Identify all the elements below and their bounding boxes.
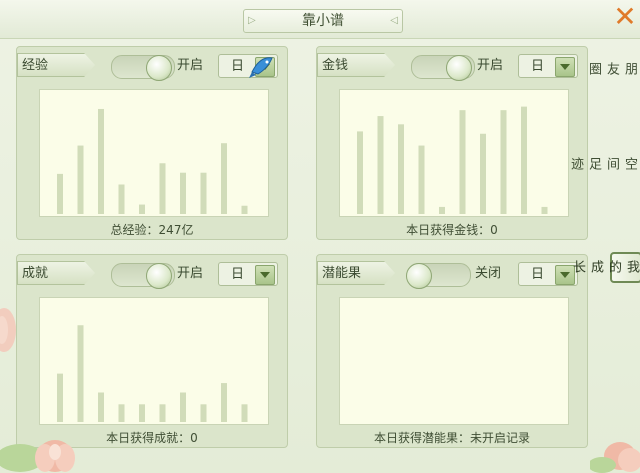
achieve-bar-7 bbox=[200, 404, 207, 422]
money-bar-8 bbox=[521, 106, 527, 214]
money-bar-chart bbox=[357, 106, 548, 214]
potential-caption: 本日获得潜能果：未开启记录 bbox=[373, 431, 530, 445]
side-tab-growth[interactable]: 我的成长 bbox=[570, 252, 640, 283]
achieve-toggle-label: 开启 bbox=[177, 266, 204, 281]
exp-bar-chart bbox=[57, 108, 248, 214]
exp-bar-7 bbox=[200, 172, 207, 214]
money-bar-2 bbox=[398, 124, 404, 214]
dialog-window: ▷ 靠小谱 ◁ ✕ 经验 开启 日 总经验：247亿 金钱 开启 日 本日获得金… bbox=[0, 0, 640, 473]
money-toggle[interactable] bbox=[411, 55, 475, 81]
money-bar-0 bbox=[357, 131, 363, 214]
achieve-bar-9 bbox=[241, 404, 248, 422]
money-period-value: 日 bbox=[531, 59, 545, 74]
achieve-toggle[interactable] bbox=[111, 263, 175, 289]
lotus-decoration-right-icon bbox=[590, 442, 640, 473]
exp-bar-5 bbox=[159, 163, 166, 214]
exp-bar-9 bbox=[241, 205, 248, 214]
exp-bar-1 bbox=[77, 145, 84, 214]
lotus-decoration-bottom-icon bbox=[0, 440, 75, 472]
achieve-bar-chart bbox=[57, 325, 248, 422]
achieve-bar-3 bbox=[118, 404, 125, 422]
money-toggle-label: 开启 bbox=[477, 58, 504, 73]
title-ornament-left-icon: ▷ bbox=[248, 15, 256, 26]
exp-bar-2 bbox=[98, 108, 104, 214]
achieve-bar-4 bbox=[139, 404, 145, 422]
achieve-bar-6 bbox=[180, 392, 186, 422]
exp-toggle-knob bbox=[146, 55, 172, 81]
achieve-period-select[interactable]: 日 bbox=[218, 262, 278, 286]
money-panel: 金钱 开启 日 本日获得金钱：0 bbox=[316, 46, 588, 240]
chevron-down-icon bbox=[255, 265, 275, 285]
exp-period-value: 日 bbox=[231, 59, 245, 74]
fish-icon bbox=[249, 57, 273, 78]
exp-toggle-label: 开启 bbox=[177, 58, 204, 73]
potential-toggle-label: 关闭 bbox=[475, 266, 502, 281]
potential-chart bbox=[339, 297, 569, 425]
potential-bar-chart bbox=[340, 298, 568, 424]
exp-toggle[interactable] bbox=[111, 55, 175, 81]
money-bar-6 bbox=[480, 133, 486, 214]
side-tab-friends[interactable]: 朋友圈 bbox=[586, 62, 638, 77]
achieve-period-value: 日 bbox=[231, 267, 245, 282]
lotus-decoration-left-icon bbox=[0, 308, 16, 352]
chevron-down-icon bbox=[555, 57, 575, 77]
exp-caption: 总经验：247亿 bbox=[110, 223, 194, 237]
title-ornament-right-icon: ◁ bbox=[390, 15, 398, 26]
money-bar-1 bbox=[377, 116, 384, 214]
exp-bar-8 bbox=[221, 143, 227, 214]
money-label: 金钱 bbox=[317, 53, 395, 77]
achieve-bar-1 bbox=[77, 325, 84, 422]
exp-bar-0 bbox=[57, 173, 63, 214]
window-title: ▷ 靠小谱 ◁ bbox=[243, 9, 403, 33]
window-title-text: 靠小谱 bbox=[302, 13, 344, 29]
exp-bar-4 bbox=[139, 204, 145, 214]
potential-toggle-knob bbox=[406, 263, 432, 289]
achieve-toggle-knob bbox=[146, 263, 172, 289]
money-bar-3 bbox=[418, 145, 425, 214]
potential-label: 潜能果 bbox=[317, 261, 395, 285]
exp-label: 经验 bbox=[17, 53, 95, 77]
money-toggle-knob bbox=[446, 55, 472, 81]
side-tab-footprint[interactable]: 空间足迹 bbox=[568, 157, 638, 172]
money-chart bbox=[339, 89, 569, 217]
close-button[interactable]: ✕ bbox=[612, 3, 638, 31]
potential-period-value: 日 bbox=[531, 267, 545, 282]
achieve-bar-0 bbox=[57, 373, 63, 422]
achieve-bar-8 bbox=[221, 383, 227, 422]
achieve-chart bbox=[39, 297, 269, 425]
exp-bar-3 bbox=[118, 184, 125, 214]
money-bar-5 bbox=[459, 110, 466, 214]
money-bar-4 bbox=[439, 206, 445, 214]
achieve-bar-5 bbox=[159, 404, 166, 422]
achieve-label: 成就 bbox=[17, 261, 95, 285]
potential-panel: 潜能果 关闭 日 本日获得潜能果：未开启记录 bbox=[316, 254, 588, 448]
money-bar-7 bbox=[500, 110, 507, 214]
money-period-select[interactable]: 日 bbox=[518, 54, 578, 78]
exp-bar-6 bbox=[180, 172, 186, 214]
potential-toggle[interactable] bbox=[406, 263, 471, 289]
money-bar-9 bbox=[541, 206, 548, 214]
title-bar: ▷ 靠小谱 ◁ ✕ bbox=[0, 0, 640, 39]
money-caption: 本日获得金钱：0 bbox=[406, 223, 498, 237]
exp-chart bbox=[39, 89, 269, 217]
